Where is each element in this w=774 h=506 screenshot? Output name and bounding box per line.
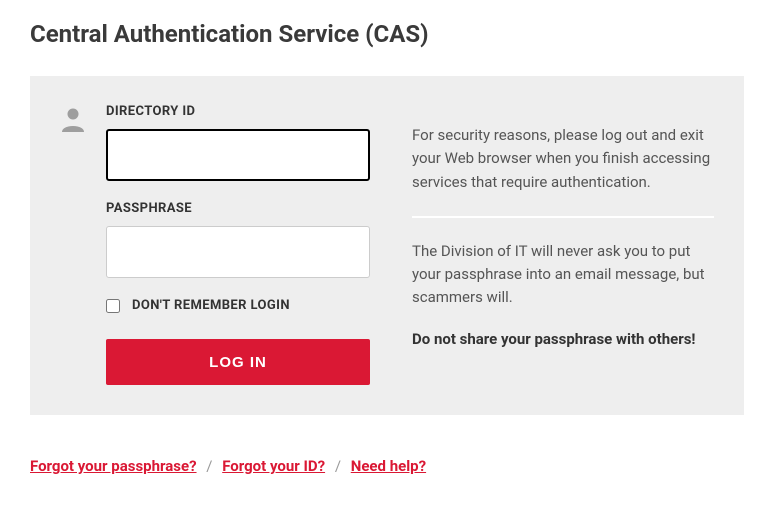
info-divider bbox=[412, 216, 714, 218]
passphrase-input[interactable] bbox=[106, 226, 370, 278]
forgot-id-link[interactable]: Forgot your ID? bbox=[222, 457, 325, 475]
info-column: For security reasons, please log out and… bbox=[394, 104, 714, 385]
security-notice: For security reasons, please log out and… bbox=[412, 124, 714, 194]
directory-id-label: DIRECTORY ID bbox=[106, 104, 376, 119]
scam-notice: The Division of IT will never ask you to… bbox=[412, 240, 714, 310]
need-help-link[interactable]: Need help? bbox=[351, 457, 426, 475]
dont-remember-checkbox[interactable] bbox=[106, 299, 120, 313]
dont-remember-label[interactable]: DON'T REMEMBER LOGIN bbox=[132, 298, 290, 313]
footer-links: Forgot your passphrase? / Forgot your ID… bbox=[30, 457, 744, 475]
forgot-passphrase-link[interactable]: Forgot your passphrase? bbox=[30, 457, 197, 475]
passphrase-label: PASSPHRASE bbox=[106, 201, 376, 216]
login-button[interactable]: LOG IN bbox=[106, 339, 370, 385]
share-warning: Do not share your passphrase with others… bbox=[412, 328, 714, 351]
separator: / bbox=[206, 457, 212, 475]
separator: / bbox=[335, 457, 341, 475]
login-form: DIRECTORY ID PASSPHRASE DON'T REMEMBER L… bbox=[106, 104, 376, 385]
login-panel: DIRECTORY ID PASSPHRASE DON'T REMEMBER L… bbox=[30, 76, 744, 415]
user-icon bbox=[60, 104, 88, 385]
page-title: Central Authentication Service (CAS) bbox=[30, 20, 744, 48]
directory-id-input[interactable] bbox=[106, 129, 370, 181]
